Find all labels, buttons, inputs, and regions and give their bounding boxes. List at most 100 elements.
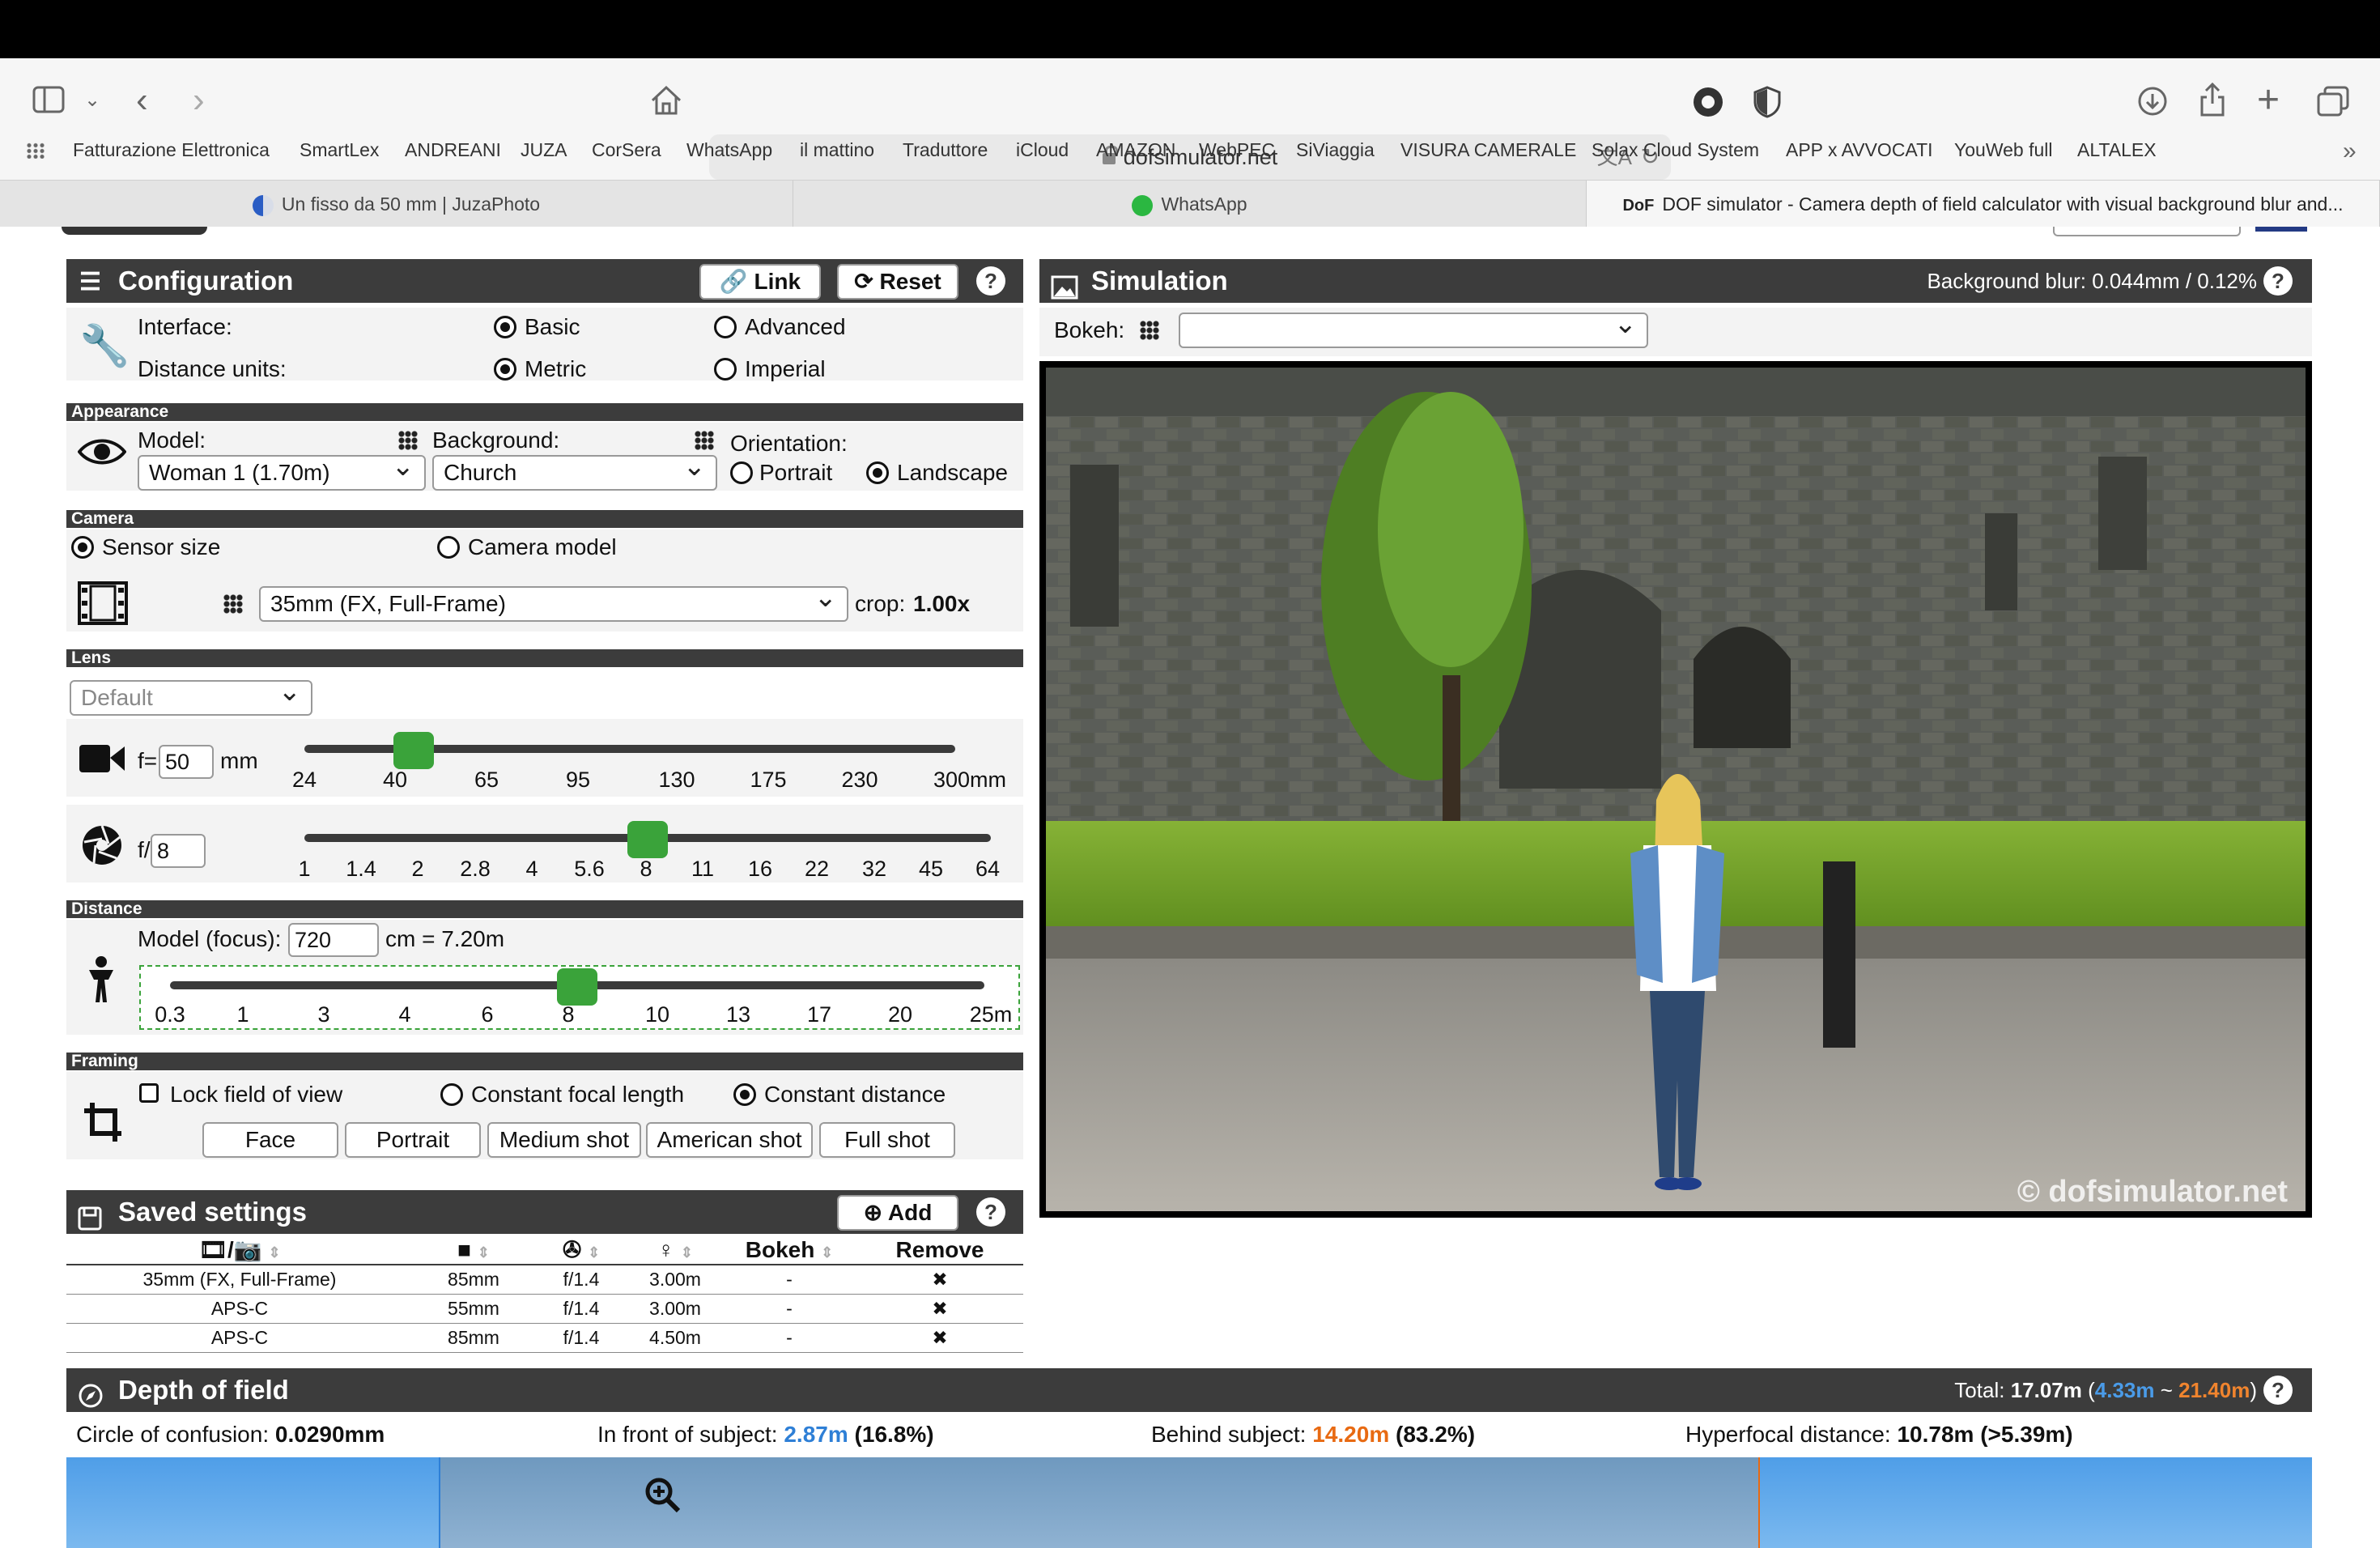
distance-tick: 0.3	[155, 1002, 185, 1027]
film-icon: 🎞	[198, 1237, 227, 1262]
bookmarks-overflow-icon[interactable]: »	[2343, 138, 2357, 165]
bookmark-item[interactable]: CorSera	[592, 139, 661, 161]
imperial-radio[interactable]	[714, 358, 737, 381]
focus-input[interactable]: 720	[288, 923, 379, 957]
model-grid-icon[interactable]	[398, 431, 418, 450]
link-button[interactable]: 🔗 Link	[699, 264, 821, 300]
sensor-size-radio[interactable]	[71, 536, 94, 559]
bookmark-item[interactable]: ALTALEX	[2077, 139, 2157, 161]
bookmark-item[interactable]: Solax Cloud System	[1592, 139, 1759, 161]
forward-icon[interactable]: ›	[193, 83, 205, 118]
aperture-input[interactable]: 8	[151, 834, 206, 868]
bookmark-item[interactable]: WhatsApp	[686, 139, 772, 161]
film-icon	[78, 581, 128, 629]
reset-button[interactable]: ⟳ Reset	[837, 264, 958, 300]
face-button[interactable]: Face	[202, 1122, 338, 1158]
sensor-camera-header[interactable]: 🎞/📷 ⇕	[66, 1235, 413, 1265]
help-icon[interactable]: ?	[2263, 1376, 2293, 1405]
focal-tick: 40	[382, 768, 408, 792]
advanced-radio[interactable]	[714, 316, 737, 338]
sensor-select[interactable]: 35mm (FX, Full-Frame)	[259, 586, 848, 622]
remove-icon[interactable]: ✖	[856, 1323, 1023, 1353]
flag-icon	[252, 194, 274, 216]
tab-overview-icon[interactable]	[2317, 86, 2349, 117]
bookmark-item[interactable]: JUZA	[521, 139, 567, 161]
download-icon[interactable]	[2137, 86, 2168, 117]
bookmark-item[interactable]: Traduttore	[903, 139, 988, 161]
remove-icon[interactable]: ✖	[856, 1265, 1023, 1295]
sensor-grid-icon[interactable]	[223, 594, 243, 614]
bookmark-item[interactable]: Fatturazione Elettronica	[73, 139, 270, 161]
distance-tick: 13	[725, 1002, 751, 1027]
basic-radio[interactable]	[494, 316, 516, 338]
language-select-fragment[interactable]	[2053, 227, 2241, 236]
aperture-slider-thumb[interactable]	[627, 821, 668, 858]
table-row[interactable]: 35mm (FX, Full-Frame) 85mm f/1.4 3.00m -…	[66, 1265, 1023, 1295]
sensor-cell: APS-C	[66, 1294, 413, 1324]
remove-icon[interactable]: ✖	[856, 1294, 1023, 1324]
link-label: Link	[754, 269, 801, 294]
bookmark-item[interactable]: il mattino	[800, 139, 874, 161]
bokeh-select[interactable]	[1179, 313, 1648, 348]
focal-slider-thumb[interactable]	[393, 732, 435, 769]
front-pct: (16.8%)	[854, 1422, 934, 1447]
constant-focal-radio[interactable]	[440, 1083, 463, 1106]
table-row[interactable]: APS-C 55mm f/1.4 3.00m - ✖	[66, 1294, 1023, 1324]
portrait-radio[interactable]	[730, 461, 753, 484]
full-shot-button[interactable]: Full shot	[819, 1122, 955, 1158]
distance-header[interactable]: ♀ ⇕	[628, 1235, 722, 1265]
home-icon[interactable]	[649, 84, 683, 117]
bookmark-item[interactable]: WebPEC	[1199, 139, 1275, 161]
bookmark-item[interactable]: VISURA CAMERALE	[1400, 139, 1576, 161]
bookmark-item[interactable]: SiViaggia	[1296, 139, 1375, 161]
background-grid-icon[interactable]	[695, 431, 714, 450]
bookmarks-grid-icon[interactable]	[26, 142, 45, 159]
bookmark-item[interactable]: SmartLex	[300, 139, 379, 161]
shield-icon[interactable]	[1753, 86, 1781, 118]
focal-header[interactable]: ■ ⇕	[413, 1235, 534, 1265]
medium-shot-button[interactable]: Medium shot	[487, 1122, 641, 1158]
share-icon[interactable]	[2199, 81, 2226, 117]
bookmark-item[interactable]: YouWeb full	[1954, 139, 2052, 161]
model-select[interactable]: Woman 1 (1.70m)	[138, 455, 426, 491]
help-icon[interactable]: ?	[976, 1197, 1005, 1227]
new-tab-icon[interactable]: +	[2257, 81, 2280, 120]
add-button[interactable]: ⊕ Add	[837, 1195, 958, 1231]
coc-value: 0.0290mm	[274, 1422, 385, 1447]
distance-cell: 4.50m	[628, 1323, 722, 1353]
focal-input[interactable]: 50	[159, 745, 214, 779]
focal-cell: 55mm	[413, 1294, 534, 1324]
bokeh-header[interactable]: Bokeh ⇕	[722, 1235, 856, 1265]
extension-icon[interactable]	[1692, 86, 1724, 118]
help-icon[interactable]: ?	[976, 266, 1005, 296]
lock-fov-checkbox[interactable]	[139, 1083, 159, 1103]
back-icon[interactable]: ‹	[136, 83, 148, 118]
table-row[interactable]: APS-C 85mm f/1.4 4.50m - ✖	[66, 1323, 1023, 1353]
sidebar-toggle-icon[interactable]	[32, 86, 65, 113]
bookmark-item[interactable]: iCloud	[1016, 139, 1069, 161]
flag-fragment-icon[interactable]	[2255, 227, 2307, 232]
background-select[interactable]: Church	[432, 455, 717, 491]
tab-whatsapp[interactable]: WhatsApp	[793, 181, 1587, 228]
portrait-button[interactable]: Portrait	[345, 1122, 481, 1158]
camera-section: Camera	[66, 510, 1023, 528]
focal-tick: 175	[750, 768, 787, 792]
aperture-cell: f/1.4	[534, 1294, 628, 1324]
bookmark-item[interactable]: ANDREANI	[405, 139, 501, 161]
help-icon[interactable]: ?	[2263, 266, 2293, 296]
zoom-in-icon[interactable]	[644, 1477, 682, 1518]
american-shot-button[interactable]: American shot	[646, 1122, 813, 1158]
distance-slider-thumb[interactable]	[557, 968, 597, 1006]
bookmark-item[interactable]: AMAZON	[1096, 139, 1175, 161]
bokeh-grid-icon[interactable]	[1140, 321, 1159, 340]
landscape-radio[interactable]	[866, 461, 889, 484]
aperture-header[interactable]: ✇ ⇕	[534, 1235, 628, 1265]
bookmark-item[interactable]: APP x AVVOCATI	[1786, 139, 1933, 161]
metric-radio[interactable]	[494, 358, 516, 381]
tab-dof-simulator[interactable]: DoF DOF simulator - Camera depth of field…	[1587, 181, 2380, 228]
chevron-down-icon[interactable]: ⌄	[84, 91, 100, 110]
constant-distance-radio[interactable]	[733, 1083, 756, 1106]
camera-model-radio[interactable]	[437, 536, 460, 559]
lens-select[interactable]: Default	[70, 680, 312, 716]
tab-juzaphoto[interactable]: Un fisso da 50 mm | JuzaPhoto	[0, 181, 793, 228]
